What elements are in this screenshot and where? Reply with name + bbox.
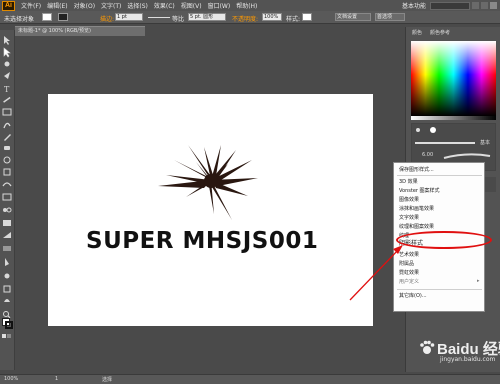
- menu-item-image-effects[interactable]: 图像效果: [399, 196, 419, 203]
- minimize-button[interactable]: [472, 2, 479, 9]
- gradient-tool-icon: [3, 246, 11, 251]
- artboard-tool-icon: [3, 285, 11, 293]
- menu-select[interactable]: 选择(S): [127, 1, 148, 10]
- app-logo: Ai: [2, 0, 15, 11]
- opacity-field[interactable]: 100%: [262, 13, 282, 21]
- splash-graphic[interactable]: [156, 142, 266, 222]
- hand-tool-icon: [4, 299, 10, 302]
- brush-size-label: 6.00: [422, 152, 434, 158]
- graphic-style-swatch[interactable]: [302, 13, 312, 21]
- perspective-grid-tool-icon: [3, 220, 11, 226]
- style-label: 样式:: [286, 16, 301, 23]
- document-setup-button[interactable]: 文档设置: [335, 13, 371, 21]
- menu-item-vonster[interactable]: Vonster 图案样式: [399, 187, 440, 194]
- menu-file[interactable]: 文件(F): [21, 1, 41, 10]
- line-tool-icon: [3, 96, 11, 103]
- menu-view[interactable]: 视图(V): [181, 1, 202, 10]
- free-transform-tool-icon: [2, 193, 12, 201]
- watermark-url: jingyan.baidu.com: [440, 356, 496, 363]
- document-tab[interactable]: 未标题-1* @ 100% (RGB/预览): [15, 26, 145, 36]
- paintbrush-tool-icon: [3, 122, 11, 129]
- menu-separator: [397, 175, 482, 176]
- zoom-tool-icon: [3, 311, 9, 317]
- zoom-level[interactable]: 100%: [4, 376, 18, 382]
- menu-item-scribble[interactable]: 涂抹和画笔效果: [399, 205, 434, 212]
- color-spectrum[interactable]: [411, 41, 496, 116]
- menu-item-texture-pattern[interactable]: 纹理和图案效果: [399, 223, 434, 230]
- variable-width-line[interactable]: [148, 17, 170, 18]
- submenu-arrow-icon: ▸: [477, 278, 480, 284]
- magic-wand-tool-icon: [4, 61, 10, 67]
- annotation-arrow-icon: [349, 245, 403, 301]
- eyedropper-tool-icon: [5, 258, 9, 266]
- warp-tool-icon: [2, 182, 12, 187]
- stroke-weight-dropdown[interactable]: 1 pt: [115, 13, 143, 21]
- status-bar: [0, 374, 500, 384]
- gradient-mode-button[interactable]: [7, 334, 11, 338]
- preferences-button[interactable]: 首选项: [375, 13, 405, 21]
- tab-color[interactable]: 颜色: [412, 29, 422, 36]
- stroke-label: 描边:: [100, 16, 115, 23]
- baidu-watermark: Baidu 经验 jingyan.baidu.com: [405, 338, 500, 368]
- current-tool-label: 选择: [102, 377, 113, 383]
- opacity-label: 不透明度:: [232, 16, 259, 23]
- type-tool-icon: T: [4, 85, 10, 94]
- mesh-tool-icon: [3, 232, 11, 238]
- menu-bar: Ai 文件(F) 编辑(E) 对象(O) 文字(T) 选择(S) 效果(C) 视…: [0, 0, 500, 11]
- tab-color-guide[interactable]: 颜色参考: [430, 29, 450, 36]
- menu-item-save-styles[interactable]: 保存图形样式...: [399, 166, 434, 173]
- menu-window[interactable]: 窗口(W): [208, 1, 231, 10]
- color-mode-button[interactable]: [2, 334, 6, 338]
- rectangle-tool-icon: [2, 108, 12, 116]
- menu-item-type-effects[interactable]: 文字效果: [399, 214, 419, 221]
- brush-name-label: 基本: [480, 140, 491, 146]
- selection-tool-icon: [4, 36, 10, 45]
- artboard[interactable]: SUPER MHSJS001: [48, 94, 373, 326]
- selection-status: 未选择对象: [4, 16, 35, 23]
- rotate-tool-icon: [3, 156, 11, 164]
- menu-edit[interactable]: 编辑(E): [47, 1, 67, 10]
- headline-text[interactable]: SUPER MHSJS001: [86, 228, 318, 254]
- stroke-color-box[interactable]: [5, 321, 13, 329]
- brush-definition-dropdown[interactable]: 5 pt. 圆形: [188, 13, 226, 21]
- stroke-swatch[interactable]: [58, 13, 68, 21]
- maximize-button[interactable]: [481, 2, 488, 9]
- highlight-ellipse: [396, 231, 492, 249]
- brush-stroke-line[interactable]: [415, 142, 475, 144]
- scale-tool-icon: [3, 168, 11, 176]
- brush-dot-large[interactable]: [430, 127, 436, 133]
- close-button[interactable]: [490, 2, 497, 9]
- menu-effect[interactable]: 效果(C): [154, 1, 175, 10]
- blend-tool-icon: [4, 273, 10, 279]
- menu-object[interactable]: 对象(O): [74, 1, 95, 10]
- brush-dot-small[interactable]: [416, 128, 420, 132]
- paw-logo-icon: [420, 340, 435, 354]
- brush-profile-label: 等比: [172, 16, 185, 23]
- direct-selection-tool-icon: [3, 47, 11, 58]
- menu-type[interactable]: 文字(T): [101, 1, 121, 10]
- brush-preview-stroke[interactable]: [442, 150, 492, 162]
- workspace-switcher[interactable]: 基本功能: [402, 1, 426, 10]
- search-input[interactable]: [430, 1, 470, 10]
- tool-icons[interactable]: T: [0, 34, 15, 334]
- shape-builder-tool-icon: [3, 208, 7, 212]
- pen-tool-icon: [4, 72, 10, 79]
- pencil-tool-icon: [4, 134, 11, 141]
- artboard-number[interactable]: 1: [55, 376, 58, 382]
- black-white-strip[interactable]: [411, 116, 496, 120]
- menu-help[interactable]: 帮助(H): [236, 1, 257, 10]
- eraser-tool-icon: [4, 146, 10, 150]
- menu-item-3d-effects[interactable]: 3D 效果: [399, 178, 418, 185]
- fill-swatch[interactable]: [42, 13, 52, 21]
